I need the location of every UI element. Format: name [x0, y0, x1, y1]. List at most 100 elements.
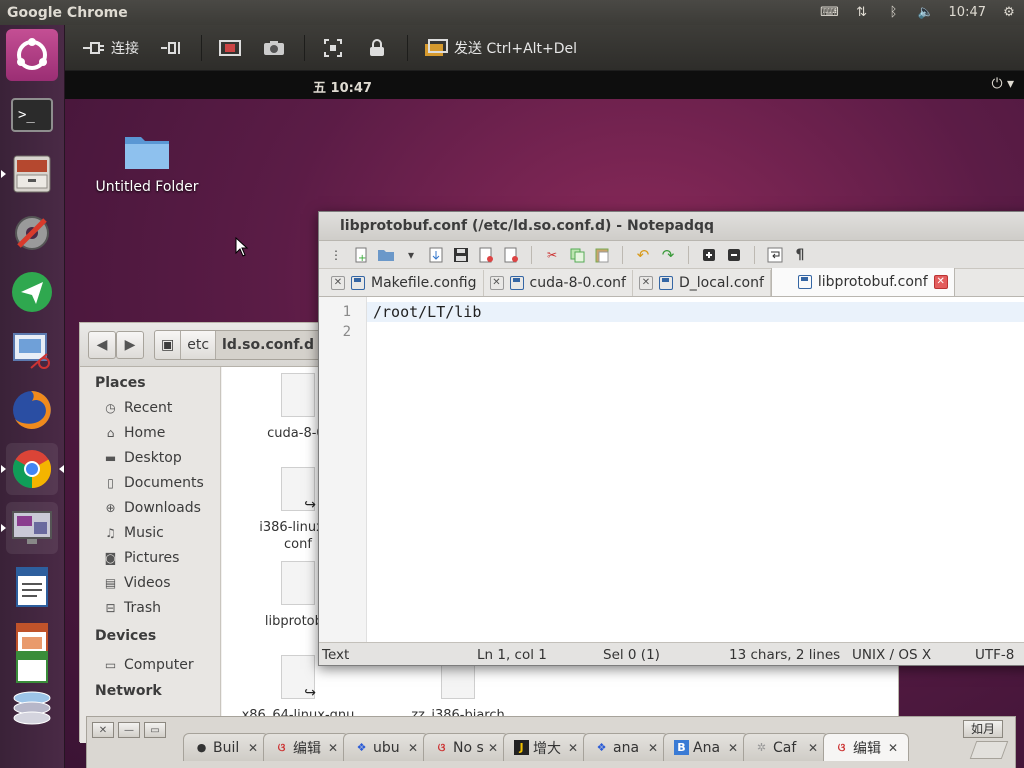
power-menu-icon[interactable]: ⏻ ▾ — [991, 76, 1014, 92]
screenshot-button[interactable] — [258, 33, 290, 63]
network-icon[interactable]: ⇅ — [853, 5, 871, 20]
chrome-launcher[interactable] — [6, 443, 58, 495]
file-save-icon — [797, 275, 812, 289]
sidebar-item-documents[interactable]: ▯ Documents — [80, 470, 220, 495]
gear-icon[interactable]: ⚙ — [1000, 5, 1018, 20]
sidebar-item-computer[interactable]: ▭ Computer — [80, 652, 220, 677]
sidebar-item-trash[interactable]: ⊟ Trash — [80, 595, 220, 620]
close-tab-icon[interactable]: ✕ — [933, 275, 948, 289]
close-tab-icon[interactable]: ✕ — [408, 741, 418, 755]
save-icon[interactable] — [450, 245, 472, 265]
redo-icon[interactable]: ↷ — [657, 245, 679, 265]
remote-desktop[interactable]: 五 10:47 ⏻ ▾ Untitled Folder ◀ ▶ ▣ etc ld… — [65, 71, 1024, 768]
send-ctrl-alt-del-button[interactable]: 发送 Ctrl+Alt+Del — [420, 33, 581, 63]
sidebar-item-music[interactable]: ♫ Music — [80, 520, 220, 545]
open-folder-icon[interactable] — [375, 245, 397, 265]
sidebar-item-recent[interactable]: ◷ Recent — [80, 395, 220, 420]
word-wrap-icon[interactable] — [764, 245, 786, 265]
close-tab-icon[interactable]: ✕ — [328, 741, 338, 755]
copy-icon[interactable] — [566, 245, 588, 265]
messenger-launcher[interactable] — [6, 266, 58, 318]
forward-button[interactable]: ▶ — [116, 331, 144, 359]
code-line[interactable] — [367, 322, 1024, 342]
close-tab-icon[interactable]: ✕ — [488, 741, 498, 755]
code-line[interactable]: /root/LT/lib — [367, 302, 1024, 322]
bluetooth-icon[interactable]: ᛒ — [885, 5, 903, 20]
line-number: 2 — [342, 324, 351, 340]
browser-tab[interactable]: ● Buil ✕ — [183, 733, 269, 761]
close-tab-icon[interactable]: ✕ — [568, 741, 578, 755]
tab-cuda-8-0-conf[interactable]: ✕ cuda-8-0.conf — [484, 270, 633, 296]
close-tab-icon[interactable]: ✕ — [489, 276, 504, 290]
paste-icon[interactable] — [591, 245, 613, 265]
keyboard-icon[interactable]: ⌨ — [820, 5, 839, 20]
ubuntu-dash-button[interactable] — [6, 29, 58, 81]
browser-tab[interactable]: B Ana ✕ — [663, 733, 749, 761]
browser-tab[interactable]: ଓ 编辑 ✕ — [263, 733, 349, 761]
volume-icon[interactable]: 🔈 — [917, 5, 935, 20]
terminal-launcher[interactable]: >_ — [6, 89, 58, 141]
breadcrumb-ld-so-conf-d[interactable]: ld.so.conf.d — [216, 331, 322, 359]
new-tab-button[interactable] — [969, 741, 1009, 759]
close-tab-icon[interactable]: ✕ — [648, 741, 658, 755]
browser-tab[interactable]: ଓ No s ✕ — [423, 733, 509, 761]
save-all-icon[interactable] — [475, 245, 497, 265]
show-all-characters-icon[interactable]: ¶ — [789, 245, 811, 265]
status-language[interactable]: Text — [322, 647, 349, 663]
reload-file-icon[interactable] — [425, 245, 447, 265]
tab-libprotobuf-conf[interactable]: ✕ libprotobuf.conf ✕ — [770, 268, 955, 296]
new-file-icon[interactable]: + — [350, 245, 372, 265]
files-launcher[interactable] — [6, 148, 58, 200]
ime-indicator[interactable]: 如月 — [963, 720, 1003, 738]
desktop-folder[interactable]: Untitled Folder — [95, 131, 199, 195]
close-tab-icon[interactable]: ✕ — [888, 741, 898, 755]
close-tab-icon[interactable]: ✕ — [728, 741, 738, 755]
settings-launcher[interactable] — [6, 207, 58, 259]
zoom-in-icon[interactable] — [698, 245, 720, 265]
sidebar-item-home[interactable]: ⌂ Home — [80, 420, 220, 445]
tab-makefile-config[interactable]: ✕ Makefile.config — [319, 270, 484, 296]
disconnect-button[interactable] — [155, 33, 187, 63]
zoom-out-icon[interactable] — [723, 245, 745, 265]
remote-desktop-launcher[interactable] — [6, 502, 58, 554]
undo-icon[interactable]: ↶ — [632, 245, 654, 265]
close-tab-icon[interactable]: ✕ — [808, 741, 818, 755]
sidebar-item-videos[interactable]: ▤ Videos — [80, 570, 220, 595]
connect-button[interactable]: 连接 — [77, 33, 143, 63]
chevron-down-icon[interactable]: ▾ — [400, 245, 422, 265]
remote-clock[interactable]: 五 10:47 — [313, 77, 372, 96]
back-button[interactable]: ◀ — [88, 331, 116, 359]
sidebar-item-desktop[interactable]: ▬ Desktop — [80, 445, 220, 470]
breadcrumb-etc[interactable]: etc — [181, 331, 217, 359]
browser-tab-active[interactable]: ଓ 编辑 ✕ — [823, 733, 909, 761]
window-title[interactable]: libprotobuf.conf (/etc/ld.so.conf.d) - N… — [319, 212, 1024, 241]
lock-button[interactable] — [361, 33, 393, 63]
status-encoding[interactable]: UTF-8 — [975, 647, 1014, 663]
browser-tab[interactable]: ✲ Caf ✕ — [743, 733, 829, 761]
browser-tab[interactable]: J 增大 ✕ — [503, 733, 589, 761]
host-clock[interactable]: 10:47 — [949, 5, 986, 20]
status-eol[interactable]: UNIX / OS X — [852, 647, 931, 663]
code-editor[interactable]: 1 2 /root/LT/lib — [319, 297, 1024, 644]
fullscreen-button[interactable] — [214, 33, 246, 63]
browser-tab[interactable]: ❖ ana ✕ — [583, 733, 669, 761]
close-tab-icon[interactable]: ✕ — [248, 741, 258, 755]
code-text[interactable]: /root/LT/lib — [367, 297, 1024, 644]
disk-launcher[interactable] — [6, 675, 58, 735]
browser-tab[interactable]: ❖ ubu ✕ — [343, 733, 429, 761]
close-file-icon[interactable] — [500, 245, 522, 265]
screenshot-launcher[interactable] — [6, 325, 58, 377]
maximize-window-button[interactable]: ▭ — [144, 722, 166, 738]
firefox-launcher[interactable] — [6, 384, 58, 436]
grab-keyboard-button[interactable] — [317, 33, 349, 63]
close-tab-icon[interactable]: ✕ — [638, 276, 653, 290]
close-window-button[interactable]: ✕ — [92, 722, 114, 738]
sidebar-item-pictures[interactable]: ◙ Pictures — [80, 545, 220, 570]
close-tab-icon[interactable]: ✕ — [331, 276, 345, 290]
breadcrumb-root[interactable]: ▣ — [155, 331, 182, 359]
sidebar-item-downloads[interactable]: ⊕ Downloads — [80, 495, 220, 520]
cut-scissors-icon[interactable]: ✂ — [541, 245, 563, 265]
minimize-window-button[interactable]: — — [118, 722, 140, 738]
writer-launcher[interactable] — [6, 561, 58, 613]
tab-d-local-conf[interactable]: ✕ D_local.conf — [633, 270, 771, 296]
